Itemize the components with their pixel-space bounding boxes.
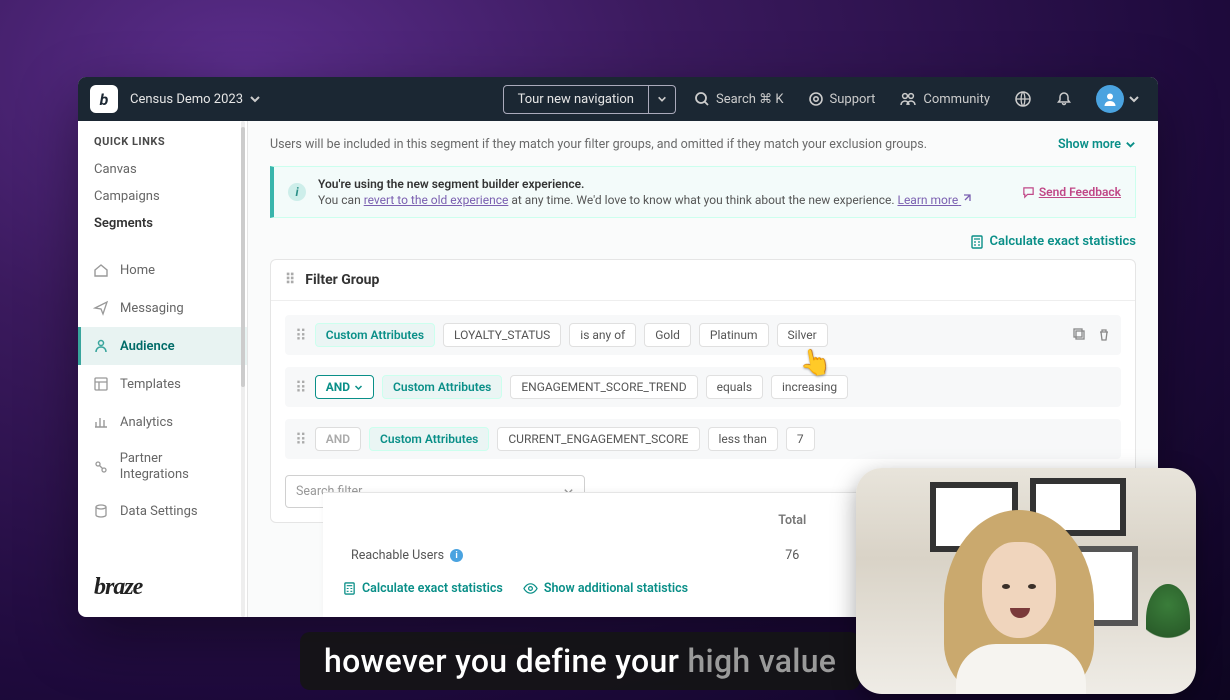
filter-attr-chip[interactable]: LOYALTY_STATUS bbox=[443, 323, 561, 347]
send-icon bbox=[92, 299, 110, 317]
user-icon bbox=[1102, 91, 1118, 107]
workspace-switcher[interactable]: Census Demo 2023 bbox=[130, 92, 261, 107]
calculate-stats-link[interactable]: Calculate exact statistics bbox=[343, 581, 503, 596]
people-icon bbox=[899, 91, 917, 107]
stats-row-label: Reachable Users bbox=[351, 548, 444, 563]
stats-col-total: Total bbox=[730, 505, 854, 536]
filter-comparator-chip[interactable]: is any of bbox=[569, 323, 636, 347]
community-link[interactable]: Community bbox=[893, 87, 996, 111]
sidebar-scrollbar[interactable] bbox=[241, 127, 245, 387]
sidebar: QUICK LINKS Canvas Campaigns Segments Ho… bbox=[78, 121, 248, 617]
notifications-button[interactable] bbox=[1050, 87, 1078, 111]
chevron-down-icon bbox=[249, 93, 261, 105]
presenter-webcam bbox=[856, 468, 1196, 694]
database-icon bbox=[92, 502, 110, 520]
language-button[interactable] bbox=[1008, 86, 1038, 112]
filter-comparator-chip[interactable]: equals bbox=[706, 375, 763, 399]
drag-handle-icon[interactable]: ⠿ bbox=[295, 326, 307, 345]
drag-handle-icon[interactable]: ⠿ bbox=[295, 430, 307, 449]
filter-attr-chip[interactable]: CURRENT_ENGAGEMENT_SCORE bbox=[497, 427, 699, 451]
show-more-link[interactable]: Show more bbox=[1058, 137, 1136, 152]
nav-home[interactable]: Home bbox=[78, 251, 247, 289]
filter-type-chip[interactable]: Custom Attributes bbox=[369, 427, 489, 451]
workspace-name: Census Demo 2023 bbox=[130, 92, 243, 107]
calculate-stats-link[interactable]: Calculate exact statistics bbox=[970, 234, 1136, 249]
filter-value-chip[interactable]: increasing bbox=[771, 375, 848, 399]
calculator-icon bbox=[343, 582, 356, 595]
nav-data-settings[interactable]: Data Settings bbox=[78, 492, 247, 530]
video-caption: however you define your high value bbox=[300, 632, 860, 690]
brand-logo[interactable]: b bbox=[90, 85, 118, 113]
trash-icon[interactable] bbox=[1097, 328, 1111, 342]
support-link[interactable]: Support bbox=[802, 87, 882, 111]
calculator-icon bbox=[970, 235, 984, 249]
stats-row-value: 76 bbox=[730, 538, 854, 573]
topbar: b Census Demo 2023 Tour new navigation S… bbox=[78, 77, 1158, 121]
filter-row: ⠿ AND Custom Attributes CURRENT_ENGAGEME… bbox=[285, 419, 1121, 459]
quick-link-canvas[interactable]: Canvas bbox=[78, 156, 247, 183]
chevron-down-icon bbox=[1128, 93, 1140, 105]
tour-dropdown[interactable] bbox=[649, 85, 676, 114]
template-icon bbox=[92, 375, 110, 393]
chevron-down-icon bbox=[354, 383, 363, 392]
external-icon bbox=[961, 194, 971, 204]
filter-row: ⠿ AND Custom Attributes ENGAGEMENT_SCORE… bbox=[285, 367, 1121, 407]
filter-comparator-chip[interactable]: less than bbox=[708, 427, 778, 451]
nav-templates[interactable]: Templates bbox=[78, 365, 247, 403]
filter-op-and[interactable]: AND bbox=[315, 375, 374, 399]
send-feedback-link[interactable]: Send Feedback bbox=[1022, 185, 1121, 199]
filter-value-chip[interactable]: 7 bbox=[786, 427, 815, 451]
search-icon bbox=[694, 91, 710, 107]
learn-more-link[interactable]: Learn more bbox=[897, 193, 971, 207]
quick-link-campaigns[interactable]: Campaigns bbox=[78, 183, 247, 210]
chat-icon bbox=[1022, 186, 1035, 199]
quick-links-heading: QUICK LINKS bbox=[78, 121, 247, 156]
filter-type-chip[interactable]: Custom Attributes bbox=[382, 375, 502, 399]
info-banner: i You're using the new segment builder e… bbox=[270, 166, 1136, 218]
quick-link-segments[interactable]: Segments bbox=[78, 210, 247, 237]
user-menu[interactable] bbox=[1090, 81, 1146, 117]
filter-value-chip[interactable]: Gold bbox=[644, 323, 691, 347]
filter-row: ⠿ Custom Attributes LOYALTY_STATUS is an… bbox=[285, 315, 1121, 355]
info-icon: i bbox=[288, 183, 306, 201]
users-icon bbox=[92, 337, 110, 355]
drag-handle-icon[interactable]: ⠿ bbox=[285, 272, 295, 288]
revert-link[interactable]: revert to the old experience bbox=[364, 193, 509, 207]
nav-messaging[interactable]: Messaging bbox=[78, 289, 247, 327]
nav-audience[interactable]: Audience bbox=[78, 327, 247, 365]
plant-decoration bbox=[1146, 584, 1190, 654]
filter-type-chip[interactable]: Custom Attributes bbox=[315, 323, 435, 347]
tour-button[interactable]: Tour new navigation bbox=[503, 85, 649, 114]
copy-icon[interactable] bbox=[1073, 328, 1087, 342]
home-icon bbox=[92, 261, 110, 279]
chevron-down-icon bbox=[1125, 139, 1136, 150]
integration-icon bbox=[92, 458, 110, 476]
brand-wordmark: braze bbox=[78, 560, 247, 617]
filter-group-header: ⠿ Filter Group bbox=[271, 260, 1135, 301]
filter-op-and[interactable]: AND bbox=[315, 427, 361, 451]
filter-group-title: Filter Group bbox=[305, 272, 379, 288]
drag-handle-icon[interactable]: ⠿ bbox=[295, 378, 307, 397]
filter-value-chip[interactable]: Platinum bbox=[699, 323, 769, 347]
avatar bbox=[1096, 85, 1124, 113]
chevron-down-icon bbox=[657, 94, 667, 104]
bell-icon bbox=[1056, 91, 1072, 107]
eye-icon bbox=[523, 582, 538, 595]
presenter bbox=[926, 504, 1116, 694]
globe-icon bbox=[1014, 90, 1032, 108]
filter-value-chip[interactable]: Silver bbox=[777, 323, 828, 347]
search-button[interactable]: Search ⌘ K bbox=[688, 87, 790, 111]
info-icon[interactable]: i bbox=[450, 549, 463, 562]
segment-description: Users will be included in this segment i… bbox=[270, 137, 927, 152]
show-additional-stats-link[interactable]: Show additional statistics bbox=[523, 581, 688, 596]
chart-icon bbox=[92, 413, 110, 431]
life-ring-icon bbox=[808, 91, 824, 107]
nav-analytics[interactable]: Analytics bbox=[78, 403, 247, 441]
banner-title: You're using the new segment builder exp… bbox=[318, 177, 1010, 191]
nav-partner-integrations[interactable]: Partner Integrations bbox=[78, 441, 247, 492]
filter-attr-chip[interactable]: ENGAGEMENT_SCORE_TREND bbox=[510, 375, 697, 399]
